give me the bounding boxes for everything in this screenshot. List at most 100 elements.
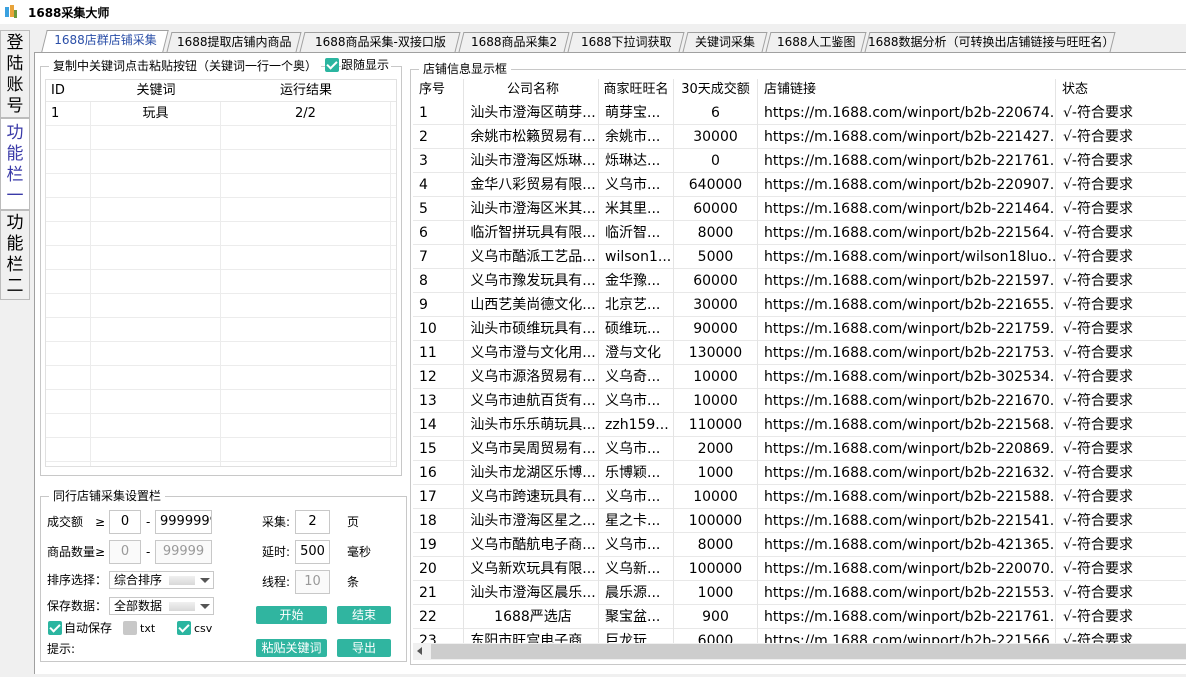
row-company: 汕头市乐乐萌玩具... — [464, 413, 599, 437]
table-row[interactable]: 10 汕头市硕维玩具有... 硕维玩... 90000 https://m.1688.c… — [413, 317, 1186, 341]
side-tab-function-2[interactable]: 功 能 栏 二 — [0, 210, 30, 300]
table-row[interactable]: 13 义乌市迪航百货有... 义乌市... 10000 https://m.1688.c… — [413, 389, 1186, 413]
table-row[interactable]: 1 汕头市澄海区萌芽... 萌芽宝... 6 https://m.1688.com/wi… — [413, 101, 1186, 125]
table-row[interactable]: 11 义乌市澄与文化用... 澄与文化 130000 https://m.1688.co… — [413, 341, 1186, 365]
row-index: 9 — [413, 293, 464, 317]
table-row[interactable]: 21 汕头市澄海区晨乐... 晨乐源... 1000 https://m.1688.co… — [413, 581, 1186, 605]
row-company: 汕头市硕维玩具有... — [464, 317, 599, 341]
row-wangwang: 义乌新... — [599, 557, 674, 581]
side-tab-function-1[interactable]: 功 能 栏 一 — [0, 118, 30, 210]
tab-dropdown-words[interactable]: 1688下拉词获取 — [567, 32, 685, 52]
table-row[interactable]: 2 余姚市松籁贸易有... 余姚市... 30000 https://m.1688.co… — [413, 125, 1186, 149]
table-row[interactable]: 16 汕头市龙湖区乐博... 乐博颖... 1000 https://m.1688.co… — [413, 461, 1186, 485]
empty-cell — [221, 126, 391, 150]
chevron-down-icon — [200, 578, 210, 583]
column-header-status[interactable]: 状态 — [1056, 79, 1186, 101]
table-row[interactable]: 6 临沂智拼玩具有限... 临沂智... 8000 https://m.1688.com… — [413, 221, 1186, 245]
side-tab-char: 栏 — [6, 165, 24, 185]
table-row[interactable]: 7 义乌市酷派工艺品... wilson1... 5000 https://m.1688… — [413, 245, 1186, 269]
table-row[interactable]: 14 汕头市乐乐萌玩具... zzh159... 110000 https://m.16… — [413, 413, 1186, 437]
delay-unit: 毫秒 — [347, 545, 372, 559]
autosave-checkbox[interactable] — [48, 621, 62, 635]
column-header-result[interactable]: 运行结果 — [221, 80, 391, 102]
table-row[interactable]: 22 1688严选店 聚宝盆... 900 https://m.1688.com/win… — [413, 605, 1186, 629]
tab-shop-group-collect[interactable]: 1688店群店铺采集 — [41, 30, 169, 52]
table-row[interactable]: 12 义乌市源洛贸易有... 义乌奇... 10000 https://m.1688.c… — [413, 365, 1186, 389]
volume-max-input[interactable]: 9999999 — [155, 510, 212, 534]
side-tab-login[interactable]: 登 陆 账 号 — [0, 30, 30, 118]
app-window: 1688采集大师 登 陆 账 号 功 能 栏 一 功 能 栏 二 1688店群店… — [0, 0, 1186, 677]
side-tab-char: 能 — [6, 234, 24, 254]
keyword-table[interactable]: ID 关键词 运行结果 1 玩具 2/2 — [45, 79, 397, 467]
column-header-index[interactable]: 序号 — [413, 79, 464, 101]
row-index: 4 — [413, 173, 464, 197]
empty-cell — [46, 414, 91, 438]
threads-unit: 条 — [347, 575, 360, 589]
volume-min-input[interactable]: 0 — [109, 510, 141, 534]
row-company: 1688严选店 — [464, 605, 599, 629]
paste-keywords-button[interactable]: 粘贴关键词 — [256, 639, 327, 657]
quantity-max-input[interactable]: 99999 — [155, 540, 212, 564]
table-row[interactable]: 23 东阳市旺宫电子商... 巨龙玩... 6000 https://m.1688.co… — [413, 629, 1186, 643]
save-data-select[interactable]: 全部数据 — [109, 597, 214, 615]
column-header-shop-link[interactable]: 店铺链接 — [758, 79, 1056, 101]
quantity-label: 商品数量≥ — [47, 545, 106, 559]
empty-cell — [91, 126, 221, 150]
row-status: √-符合要求 — [1056, 245, 1186, 269]
txt-checkbox[interactable] — [123, 621, 137, 635]
shop-info-panel-title: 店铺信息显示框 — [419, 61, 512, 77]
column-header-wangwang[interactable]: 商家旺旺名 — [599, 79, 674, 101]
column-header-volume-30d[interactable]: 30天成交额 — [674, 79, 758, 101]
tab-extract-shop-products[interactable]: 1688提取店铺内商品 — [166, 32, 302, 52]
row-status: √-符合要求 — [1056, 317, 1186, 341]
quantity-min-input[interactable]: 0 — [109, 540, 141, 564]
export-button[interactable]: 导出 — [337, 639, 391, 657]
table-row[interactable]: 4 金华八彩贸易有限... 义乌市... 640000 https://m.1688.c… — [413, 173, 1186, 197]
table-row[interactable]: 18 汕头市澄海区星之... 星之卡... 100000 https://m.1688.… — [413, 509, 1186, 533]
row-wangwang: 萌芽宝... — [599, 101, 674, 125]
empty-cell — [46, 126, 91, 150]
volume-operator: ≥ — [95, 515, 106, 529]
empty-cell — [221, 438, 391, 462]
tab-manual-image-check[interactable]: 1688人工鉴图 — [765, 32, 867, 52]
follow-display-checkbox[interactable] — [325, 58, 339, 72]
scroll-left-arrow-icon[interactable] — [417, 647, 422, 655]
column-header-company[interactable]: 公司名称 — [464, 79, 599, 101]
empty-cell — [221, 390, 391, 414]
table-row[interactable]: 17 义乌市跨速玩具有... 义乌市... 10000 https://m.1688.c… — [413, 485, 1186, 509]
table-row[interactable]: 20 义乌新欢玩具有限... 义乌新... 100000 https://m.1688.… — [413, 557, 1186, 581]
row-index: 22 — [413, 605, 464, 629]
empty-cell — [91, 342, 221, 366]
row-index: 16 — [413, 461, 464, 485]
empty-cell — [91, 174, 221, 198]
tab-keyword-collect[interactable]: 关键词采集 — [682, 32, 768, 52]
csv-checkbox[interactable] — [177, 621, 191, 635]
keyword-row[interactable]: 1 玩具 2/2 — [46, 102, 396, 126]
shop-info-table[interactable]: 序号 公司名称 商家旺旺名 30天成交额 店铺链接 状态 1 汕头市澄海区萌芽..… — [413, 79, 1186, 643]
horizontal-scrollbar[interactable] — [413, 643, 1186, 660]
table-row[interactable]: 19 义乌市酷航电子商... 义乌市... 8000 https://m.1688.co… — [413, 533, 1186, 557]
empty-cell — [46, 246, 91, 270]
tab-product-collect-dual[interactable]: 1688商品采集-双接口版 — [299, 32, 461, 52]
column-header-id[interactable]: ID — [46, 80, 91, 102]
pages-input[interactable]: 2 — [295, 510, 330, 534]
threads-input[interactable]: 10 — [295, 570, 330, 594]
tab-data-analysis[interactable]: 1688数据分析（可转换出店铺链接与旺旺名） — [864, 32, 1116, 52]
table-row[interactable]: 8 义乌市豫发玩具有... 金华豫... 60000 https://m.1688.co… — [413, 269, 1186, 293]
tab-product-collect-2[interactable]: 1688商品采集2 — [458, 32, 570, 52]
row-wangwang: wilson1... — [599, 245, 674, 269]
sort-select[interactable]: 综合排序 — [109, 571, 214, 589]
column-header-keyword[interactable]: 关键词 — [91, 80, 221, 102]
app-logo-icon — [4, 5, 18, 19]
row-company: 义乌市迪航百货有... — [464, 389, 599, 413]
stop-button[interactable]: 结束 — [337, 606, 391, 624]
scrollbar-thumb[interactable] — [431, 644, 1186, 659]
table-row[interactable]: 5 汕头市澄海区米其... 米其里... 60000 https://m.1688.co… — [413, 197, 1186, 221]
start-button[interactable]: 开始 — [256, 606, 327, 624]
row-shop-link: https://m.1688.com/winport/b2b-302534... — [758, 365, 1056, 389]
table-row[interactable]: 3 汕头市澄海区烁琳... 烁琳达... 0 https://m.1688.com/wi… — [413, 149, 1186, 173]
table-row[interactable]: 15 义乌市吴周贸易有... 义乌市... 2000 https://m.1688.co… — [413, 437, 1186, 461]
delay-input[interactable]: 500 — [295, 540, 330, 564]
side-tab-char: 号 — [6, 96, 24, 116]
table-row[interactable]: 9 山西艺美尚德文化... 北京艺... 30000 https://m.1688.co… — [413, 293, 1186, 317]
